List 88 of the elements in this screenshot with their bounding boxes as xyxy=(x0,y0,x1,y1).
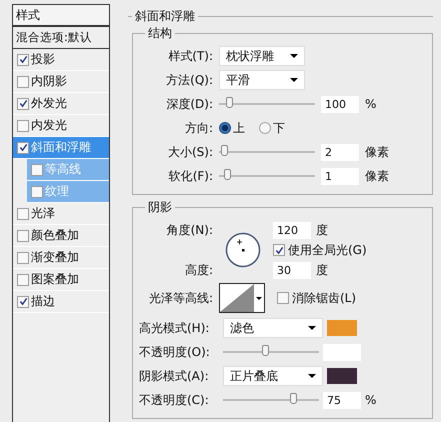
unit-label: % xyxy=(365,97,376,111)
checkbox[interactable] xyxy=(17,296,29,308)
item-label: 光泽 xyxy=(31,205,55,222)
list-item[interactable]: 描边 xyxy=(13,291,109,313)
caret-icon xyxy=(308,374,316,378)
slider-thumb[interactable] xyxy=(226,97,234,108)
caret-icon xyxy=(290,54,298,58)
checkbox[interactable] xyxy=(17,98,29,110)
item-label: 纹理 xyxy=(45,183,69,200)
checkbox[interactable] xyxy=(17,54,29,66)
color-swatch[interactable] xyxy=(327,368,357,384)
input-field[interactable]: 75 xyxy=(323,392,361,408)
dropdown[interactable]: 枕状浮雕 xyxy=(219,46,305,66)
checkbox[interactable] xyxy=(17,230,29,242)
field-label: 不透明度(O): xyxy=(139,344,211,360)
field-label: 方向: xyxy=(184,120,213,136)
radio-button[interactable] xyxy=(259,122,271,134)
field-label: 方法(Q): xyxy=(165,72,213,88)
group-title: 阴影 xyxy=(147,199,173,216)
field-label: 深度(D): xyxy=(165,96,213,112)
checkbox[interactable] xyxy=(31,164,43,176)
list-item[interactable]: 投影 xyxy=(13,49,109,71)
radio-label: 下 xyxy=(273,120,285,136)
unit-label: % xyxy=(365,393,376,407)
input-field[interactable]: 120 xyxy=(273,222,311,238)
checkbox[interactable] xyxy=(17,76,29,88)
list-item[interactable]: 内阴影 xyxy=(13,71,109,93)
checkbox[interactable] xyxy=(17,142,29,154)
input-field[interactable]: 30 xyxy=(273,262,311,278)
list-header: 样式 xyxy=(13,5,109,27)
unit-label: 像素 xyxy=(365,168,389,184)
checkbox[interactable] xyxy=(17,120,29,132)
group-title: 结构 xyxy=(147,25,173,42)
item-label: 内阴影 xyxy=(31,73,67,90)
item-label: 渐变叠加 xyxy=(31,249,79,266)
input-field[interactable]: 100 xyxy=(321,96,359,112)
item-label: 描边 xyxy=(31,293,55,310)
list-item[interactable]: 颜色叠加 xyxy=(13,225,109,247)
unit-label: 像素 xyxy=(365,144,389,160)
caret-icon xyxy=(308,326,316,330)
list-item[interactable]: 渐变叠加 xyxy=(13,247,109,269)
angle-dial[interactable] xyxy=(225,232,261,268)
color-swatch[interactable] xyxy=(327,320,357,336)
field-label: 角度(N): xyxy=(166,222,213,238)
list-item[interactable]: 外发光 xyxy=(13,93,109,115)
field-label: 大小(S): xyxy=(166,144,213,160)
field-label: 软化(F): xyxy=(168,168,213,184)
dropdown[interactable]: 正片叠底 xyxy=(223,366,323,386)
section-title: 斜面和浮雕 xyxy=(134,8,196,25)
checkbox[interactable] xyxy=(17,274,29,286)
checkbox[interactable] xyxy=(17,208,29,220)
item-label: 图案叠加 xyxy=(31,271,79,288)
radio-label: 上 xyxy=(233,120,245,136)
list-item[interactable]: 混合选项:默认 xyxy=(13,27,109,49)
slider-thumb[interactable] xyxy=(290,393,297,404)
slider-thumb[interactable] xyxy=(262,345,270,356)
slider-thumb[interactable] xyxy=(220,145,228,156)
field-label: 高光模式(H): xyxy=(139,320,210,336)
input-field[interactable]: 2 xyxy=(321,144,359,160)
dropdown[interactable]: 滤色 xyxy=(223,318,323,338)
list-item[interactable]: 图案叠加 xyxy=(13,269,109,291)
item-label: 投影 xyxy=(31,51,55,68)
unit-label: 度 xyxy=(316,222,328,238)
field-label: 高度: xyxy=(184,262,213,278)
item-label: 斜面和浮雕 xyxy=(31,139,91,156)
checkbox-label: 使用全局光(G) xyxy=(288,242,367,258)
item-label: 等高线 xyxy=(45,161,81,178)
item-label: 内发光 xyxy=(31,117,67,134)
caret-icon xyxy=(290,78,298,82)
field-label: 光泽等高线: xyxy=(148,290,213,306)
dropdown[interactable]: 平滑 xyxy=(219,70,305,90)
checkbox-label: 消除锯齿(L) xyxy=(292,290,356,306)
unit-label: 度 xyxy=(316,262,328,278)
slider-thumb[interactable] xyxy=(224,169,232,180)
input-field[interactable]: 1 xyxy=(321,168,359,184)
field-label: 阴影模式(A): xyxy=(139,368,210,384)
item-label: 外发光 xyxy=(31,95,67,112)
contour-picker[interactable] xyxy=(219,283,265,313)
checkbox[interactable] xyxy=(273,244,285,256)
checkbox[interactable] xyxy=(31,186,43,198)
checkbox[interactable] xyxy=(277,292,289,304)
field-label: 样式(T): xyxy=(167,48,213,64)
caret-icon xyxy=(256,296,262,300)
field-label: 不透明度(C): xyxy=(139,392,210,408)
item-label: 颜色叠加 xyxy=(31,227,79,244)
list-item[interactable]: 光泽 xyxy=(13,203,109,225)
radio-button[interactable] xyxy=(219,122,231,134)
checkbox[interactable] xyxy=(17,252,29,264)
